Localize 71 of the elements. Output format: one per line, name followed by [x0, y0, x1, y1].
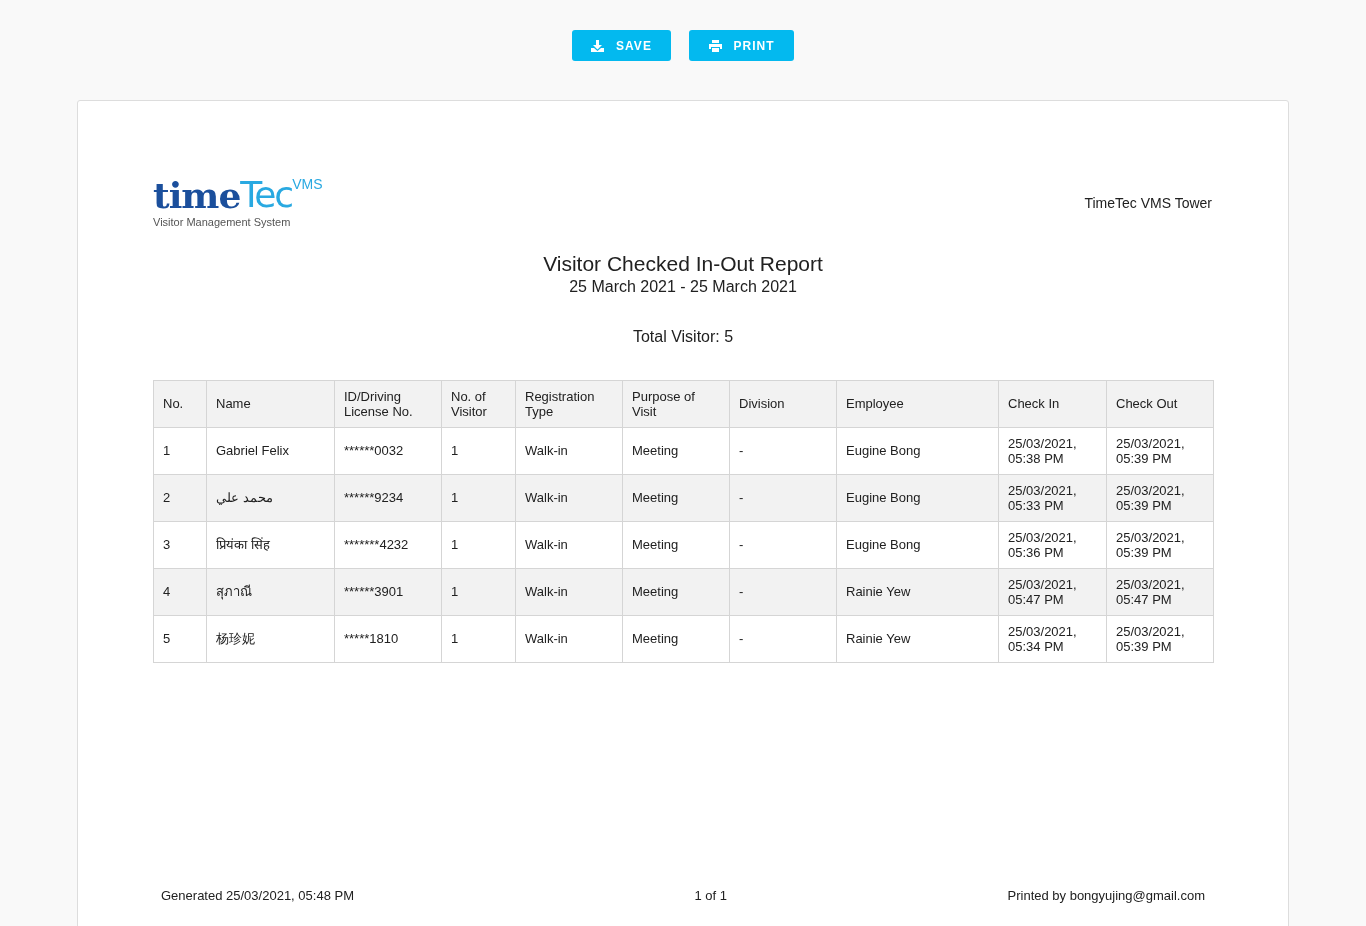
table-cell: 25/03/2021, 05:47 PM: [998, 568, 1107, 615]
column-header: Check In: [998, 380, 1107, 427]
table-cell: ******9234: [334, 474, 442, 521]
table-cell: 25/03/2021, 05:47 PM: [1106, 568, 1214, 615]
table-cell: Meeting: [622, 474, 730, 521]
table-cell: محمد علي: [206, 474, 335, 521]
table-cell: 25/03/2021, 05:39 PM: [1106, 474, 1214, 521]
generated-time: Generated 25/03/2021, 05:48 PM: [161, 887, 354, 905]
column-header: Check Out: [1106, 380, 1214, 427]
table-cell: 25/03/2021, 05:33 PM: [998, 474, 1107, 521]
table-cell: 1: [441, 568, 516, 615]
building-name: TimeTec VMS Tower: [1084, 194, 1212, 214]
download-icon: [591, 39, 605, 52]
table-cell: प्रियंका सिंह: [206, 521, 335, 568]
table-cell: 2: [153, 474, 207, 521]
table-cell: Meeting: [622, 615, 730, 662]
column-header: No.: [153, 380, 207, 427]
column-header: ID/Driving License No.: [334, 380, 442, 427]
table-cell: -: [729, 615, 837, 662]
table-cell: -: [729, 427, 837, 474]
table-cell: 5: [153, 615, 207, 662]
table-cell: Eugine Bong: [836, 474, 999, 521]
print-button[interactable]: PRINT: [689, 30, 794, 61]
table-cell: Meeting: [622, 521, 730, 568]
table-cell: 25/03/2021, 05:36 PM: [998, 521, 1107, 568]
table-cell: 25/03/2021, 05:38 PM: [998, 427, 1107, 474]
table-cell: ******0032: [334, 427, 442, 474]
table-cell: Eugine Bong: [836, 521, 999, 568]
column-header: Name: [206, 380, 335, 427]
total-visitor: Total Visitor: 5: [632, 326, 734, 347]
column-header: Purpose of Visit: [622, 380, 730, 427]
table-cell: 1: [153, 427, 207, 474]
table-cell: Walk-in: [515, 474, 623, 521]
date-range: 25 March 2021 - 25 March 2021: [569, 276, 797, 297]
table-cell: *****1810: [334, 615, 442, 662]
table-cell: Walk-in: [515, 427, 623, 474]
table-cell: Meeting: [622, 568, 730, 615]
table-cell: Meeting: [622, 427, 730, 474]
printer-icon: [708, 39, 722, 52]
save-button[interactable]: SAVE: [572, 30, 671, 61]
table-cell: 4: [153, 568, 207, 615]
table-cell: Rainie Yew: [836, 615, 999, 662]
column-header: Registration Type: [515, 380, 623, 427]
table-cell: 25/03/2021, 05:39 PM: [1106, 615, 1214, 662]
table-cell: 3: [153, 521, 207, 568]
column-header: No. of Visitor: [441, 380, 516, 427]
table-cell: Eugine Bong: [836, 427, 999, 474]
table-cell: 25/03/2021, 05:39 PM: [1106, 427, 1214, 474]
table-cell: Walk-in: [515, 521, 623, 568]
table-cell: 25/03/2021, 05:39 PM: [1106, 521, 1214, 568]
table-cell: 1: [441, 615, 516, 662]
printed-by: Printed by bongyujing@gmail.com: [1007, 887, 1205, 905]
column-header: Employee: [836, 380, 999, 427]
column-header: Division: [729, 380, 837, 427]
table-cell: ******3901: [334, 568, 442, 615]
table-cell: Rainie Yew: [836, 568, 999, 615]
table-cell: สุภาณี: [206, 568, 335, 615]
table-cell: 1: [441, 474, 516, 521]
table-cell: -: [729, 568, 837, 615]
table-cell: 1: [441, 521, 516, 568]
table-cell: 杨珍妮: [206, 615, 335, 662]
table-cell: -: [729, 521, 837, 568]
table-cell: *******4232: [334, 521, 442, 568]
table-cell: Gabriel Felix: [206, 427, 335, 474]
table-cell: 1: [441, 427, 516, 474]
table-cell: Walk-in: [515, 615, 623, 662]
table-cell: 25/03/2021, 05:34 PM: [998, 615, 1107, 662]
report-title: Visitor Checked In-Out Report: [543, 250, 823, 277]
table-cell: Walk-in: [515, 568, 623, 615]
page-number: 1 of 1: [694, 887, 727, 905]
table-cell: -: [729, 474, 837, 521]
